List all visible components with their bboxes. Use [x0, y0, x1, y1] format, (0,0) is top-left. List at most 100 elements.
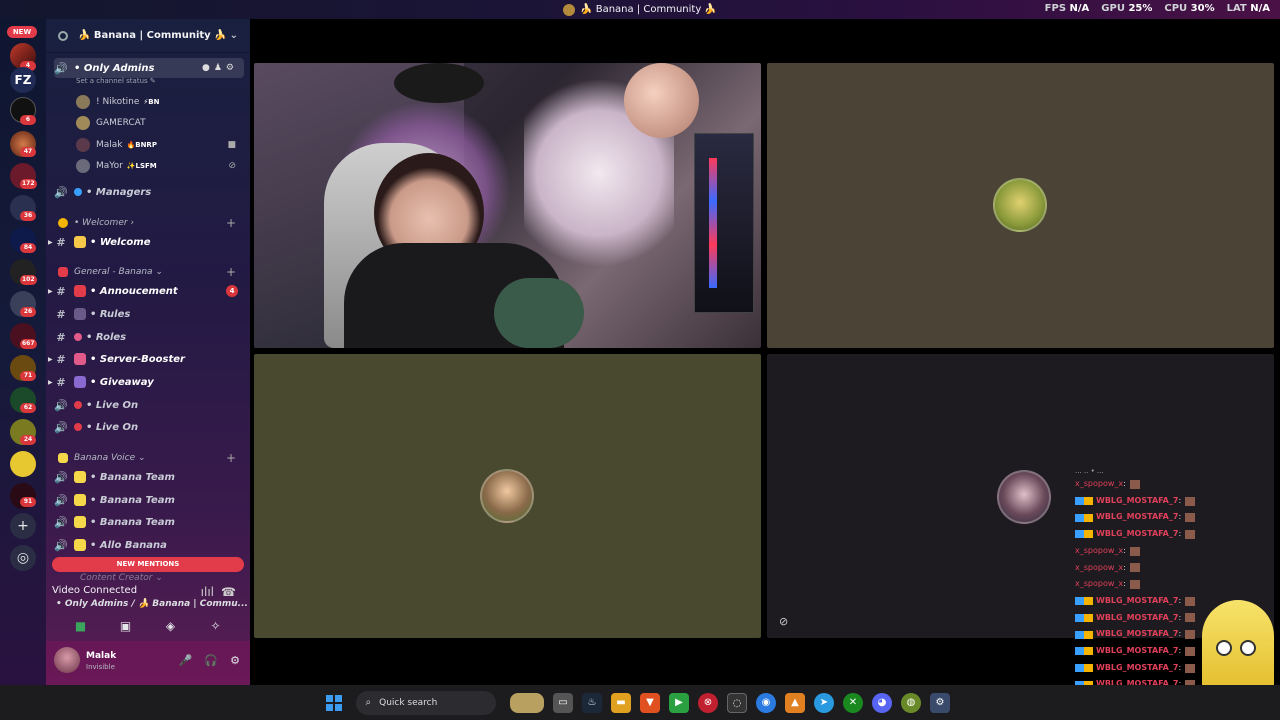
voice-member[interactable]: MaYor ✨LSFM ⊘	[76, 157, 240, 175]
new-badge[interactable]: NEW	[7, 26, 37, 38]
voice-status-subtitle[interactable]: • Only Admins / 🍌 Banana | Commu...	[56, 599, 248, 609]
voice-status-title[interactable]: Video Connected	[52, 585, 137, 596]
server-settings-icon[interactable]	[58, 30, 68, 41]
text-channel-server-booster[interactable]: ▶ # • Server-Booster	[48, 349, 244, 369]
weather-widget-icon[interactable]	[510, 692, 544, 713]
video-tile-avatar[interactable]	[767, 63, 1274, 348]
start-button[interactable]	[325, 694, 342, 711]
unread-badge: 172	[20, 179, 37, 189]
hash-icon: #	[56, 307, 66, 321]
soundboard-button[interactable]: ✧	[204, 617, 228, 635]
chat-emote-icon	[1185, 496, 1196, 506]
hash-icon: #	[56, 375, 66, 389]
cartoon-face-decor	[624, 63, 699, 138]
server-icon-fz[interactable]: FZ	[10, 67, 36, 93]
discord-icon[interactable]: ◕	[872, 692, 892, 713]
channel-status-hint[interactable]: Set a channel status ✎	[76, 77, 156, 85]
add-member-icon[interactable]: ♟	[214, 63, 222, 73]
voice-channel-live-on[interactable]: 🔊 • Live On	[54, 417, 244, 437]
emoji-icon	[58, 218, 68, 228]
video-tile-avatar[interactable]	[254, 354, 761, 638]
text-channel-annoucement[interactable]: ▶ # • Annoucement 4	[48, 281, 244, 301]
avatar[interactable]	[54, 647, 80, 673]
opera-icon[interactable]: ⊗	[698, 692, 718, 713]
server-name: 🍌 Banana | Community 🍌	[78, 30, 227, 41]
add-server-button[interactable]: +	[10, 513, 36, 539]
voice-channel-banana-team[interactable]: 🔊 • Banana Team	[54, 490, 244, 510]
channel-label: • Giveaway	[90, 376, 154, 388]
channel-label: • Banana Team	[90, 516, 175, 528]
category-general[interactable]: General - Banana ⌄ +	[58, 265, 242, 279]
speaker-icon: 🔊	[54, 398, 68, 412]
search-label: Quick search	[379, 697, 438, 708]
play-icon[interactable]: ▶	[669, 692, 689, 713]
app-icon[interactable]: ▲	[785, 692, 805, 713]
user-status: Invisible	[86, 663, 115, 671]
chat-separator: :	[1178, 646, 1182, 656]
chevron-down-icon[interactable]: ⌄	[230, 30, 238, 41]
voice-channel-managers[interactable]: 🔊 • Managers	[54, 182, 244, 202]
unread-badge: 47	[20, 147, 36, 157]
chat-separator: :	[1178, 495, 1182, 505]
voice-member[interactable]: ! Nikotine ⚡BN	[76, 93, 240, 111]
task-view-icon[interactable]: ▭	[553, 692, 573, 713]
settings-icon[interactable]: ⚙	[930, 692, 950, 713]
user-panel: Malak Invisible 🎤 🎧 ⚙	[46, 641, 250, 685]
add-channel-icon[interactable]: +	[226, 451, 236, 465]
gear-icon[interactable]: ⚙	[226, 63, 234, 73]
voice-channel-banana-team[interactable]: 🔊 • Banana Team	[54, 512, 244, 532]
unread-badge: 26	[20, 307, 36, 317]
screen-share-button[interactable]: ▣	[114, 617, 138, 635]
headphones-icon[interactable]: 🎧	[204, 654, 218, 667]
camera-button[interactable]: ■	[69, 617, 93, 635]
add-channel-icon[interactable]: +	[226, 265, 236, 279]
xbox-icon[interactable]: ✕	[843, 692, 863, 713]
discord-window: 🍌 Banana | Community 🍌 FPS N/A GPU 25% C…	[0, 0, 1280, 720]
activity-button[interactable]: ◈	[159, 617, 183, 635]
gear-icon[interactable]: ⚙	[230, 654, 240, 667]
voice-member[interactable]: GAMERCAT	[76, 114, 240, 132]
microphone-icon[interactable]: 🎤	[179, 654, 193, 667]
chat-emote-icon	[1129, 580, 1140, 590]
quick-search-box[interactable]: ⌕ Quick search	[355, 690, 496, 715]
fps-stat: FPS N/A	[1044, 3, 1090, 14]
voice-channel-allo-banana[interactable]: 🔊 • Allo Banana	[54, 535, 244, 555]
telegram-icon[interactable]: ➤	[814, 692, 834, 713]
new-mentions-button[interactable]: NEW MENTIONS	[52, 557, 244, 572]
add-channel-icon[interactable]: +	[226, 216, 236, 230]
chrome-icon[interactable]: ◉	[756, 692, 776, 713]
voice-channel-live-on[interactable]: 🔊 • Live On	[54, 395, 244, 415]
text-channel-giveaway[interactable]: ▶ # • Giveaway	[48, 372, 244, 392]
text-channel-roles[interactable]: # • Roles	[54, 327, 244, 347]
server-header[interactable]: 🍌 Banana | Community 🍌 ⌄	[46, 19, 250, 53]
chat-bubble-icon[interactable]: ●	[202, 63, 210, 73]
voice-member[interactable]: Malak 🔥BNRP ■	[76, 136, 240, 154]
voice-channel-banana-team[interactable]: 🔊 • Banana Team	[54, 467, 244, 487]
file-explorer-icon[interactable]: ▬	[611, 692, 631, 713]
explore-servers-icon[interactable]: ◎	[10, 545, 36, 571]
party-icon	[74, 376, 86, 388]
hide-video-icon[interactable]: ⊘	[779, 615, 788, 628]
speaker-icon: 🔊	[54, 493, 68, 507]
category-welcomer[interactable]: • Welcomer › +	[58, 216, 242, 230]
brave-icon[interactable]: ▼	[640, 692, 660, 713]
chat-line: WBLG_MOSTAFA_7 :	[1075, 593, 1225, 610]
performance-stats: FPS N/A GPU 25% CPU 30% LAT N/A	[1045, 3, 1270, 14]
disconnect-icon[interactable]: ☎	[221, 585, 236, 599]
app-icon[interactable]: ◍	[901, 692, 921, 713]
chat-username: x_spopow_x	[1075, 562, 1124, 572]
chat-separator: :	[1178, 595, 1182, 605]
video-tile-camera[interactable]	[254, 63, 761, 348]
app-icon[interactable]: ◌	[727, 692, 747, 713]
noise-suppression-icon[interactable]: ılıl	[201, 585, 214, 599]
text-channel-welcome[interactable]: ▶ # • Welcome	[48, 232, 244, 252]
server-icon-banana[interactable]	[10, 451, 36, 477]
member-tag: ✨LSFM	[126, 162, 157, 170]
steam-icon[interactable]: ♨	[582, 692, 602, 713]
mention-count-badge: 4	[226, 285, 238, 297]
text-channel-rules[interactable]: # • Rules	[54, 304, 244, 324]
member-name: MaYor	[96, 161, 123, 171]
category-banana-voice[interactable]: Banana Voice ⌄ +	[58, 451, 242, 465]
voice-channel-only-admins[interactable]: 🔊 • Only Admins ● ♟ ⚙	[54, 58, 244, 78]
banana-icon	[74, 471, 86, 483]
